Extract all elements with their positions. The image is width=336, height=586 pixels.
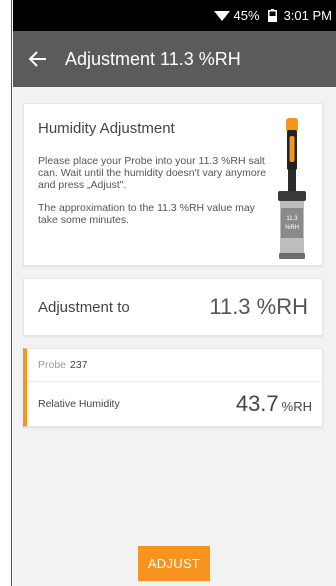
adjustment-label: Adjustment to xyxy=(38,298,130,316)
measurement-unit: %RH xyxy=(281,399,312,414)
app-screen: 45% 3:01 PM Adjustment 11.3 %RH Humidity… xyxy=(13,0,336,586)
status-bar: 45% 3:01 PM xyxy=(13,0,336,31)
probe-in-salt-can-illustration: 11.3 %RH xyxy=(278,118,306,259)
svg-text:11.3: 11.3 xyxy=(286,216,298,222)
status-time: 3:01 PM xyxy=(283,8,332,23)
battery-icon xyxy=(267,9,277,22)
app-bar: Adjustment 11.3 %RH xyxy=(13,31,336,87)
instruction-text: Please place your Probe into your 11.3 %… xyxy=(38,155,267,191)
relative-humidity-row: Relative Humidity 43.7 %RH xyxy=(27,382,322,426)
battery-percent: 45% xyxy=(233,8,260,23)
probe-number: 237 xyxy=(70,359,88,371)
probe-reading-card: Probe 237 Relative Humidity 43.7 %RH xyxy=(23,348,323,427)
measurement-value: 43.7 xyxy=(235,391,279,416)
adjustment-target-card: Adjustment to 11.3 %RH xyxy=(23,278,323,336)
page-title: Adjustment 11.3 %RH xyxy=(65,48,241,69)
probe-id-row: Probe 237 xyxy=(27,349,322,382)
measurement-label: Relative Humidity xyxy=(38,398,120,410)
card-heading: Humidity Adjustment xyxy=(38,120,175,137)
measurement-readout: 43.7 %RH xyxy=(236,391,312,417)
svg-text:%RH: %RH xyxy=(285,225,299,231)
wifi-icon xyxy=(213,10,230,21)
adjust-button[interactable]: ADJUST xyxy=(138,546,210,581)
back-arrow-icon[interactable] xyxy=(29,50,47,68)
adjustment-target-value: 11.3 %RH xyxy=(209,294,308,319)
probe-label: Probe xyxy=(38,359,67,371)
humidity-adjustment-card: Humidity Adjustment Please place your Pr… xyxy=(23,103,323,266)
approximation-note: The approximation to the 11.3 %RH value … xyxy=(38,202,255,226)
device-frame xyxy=(0,0,12,586)
